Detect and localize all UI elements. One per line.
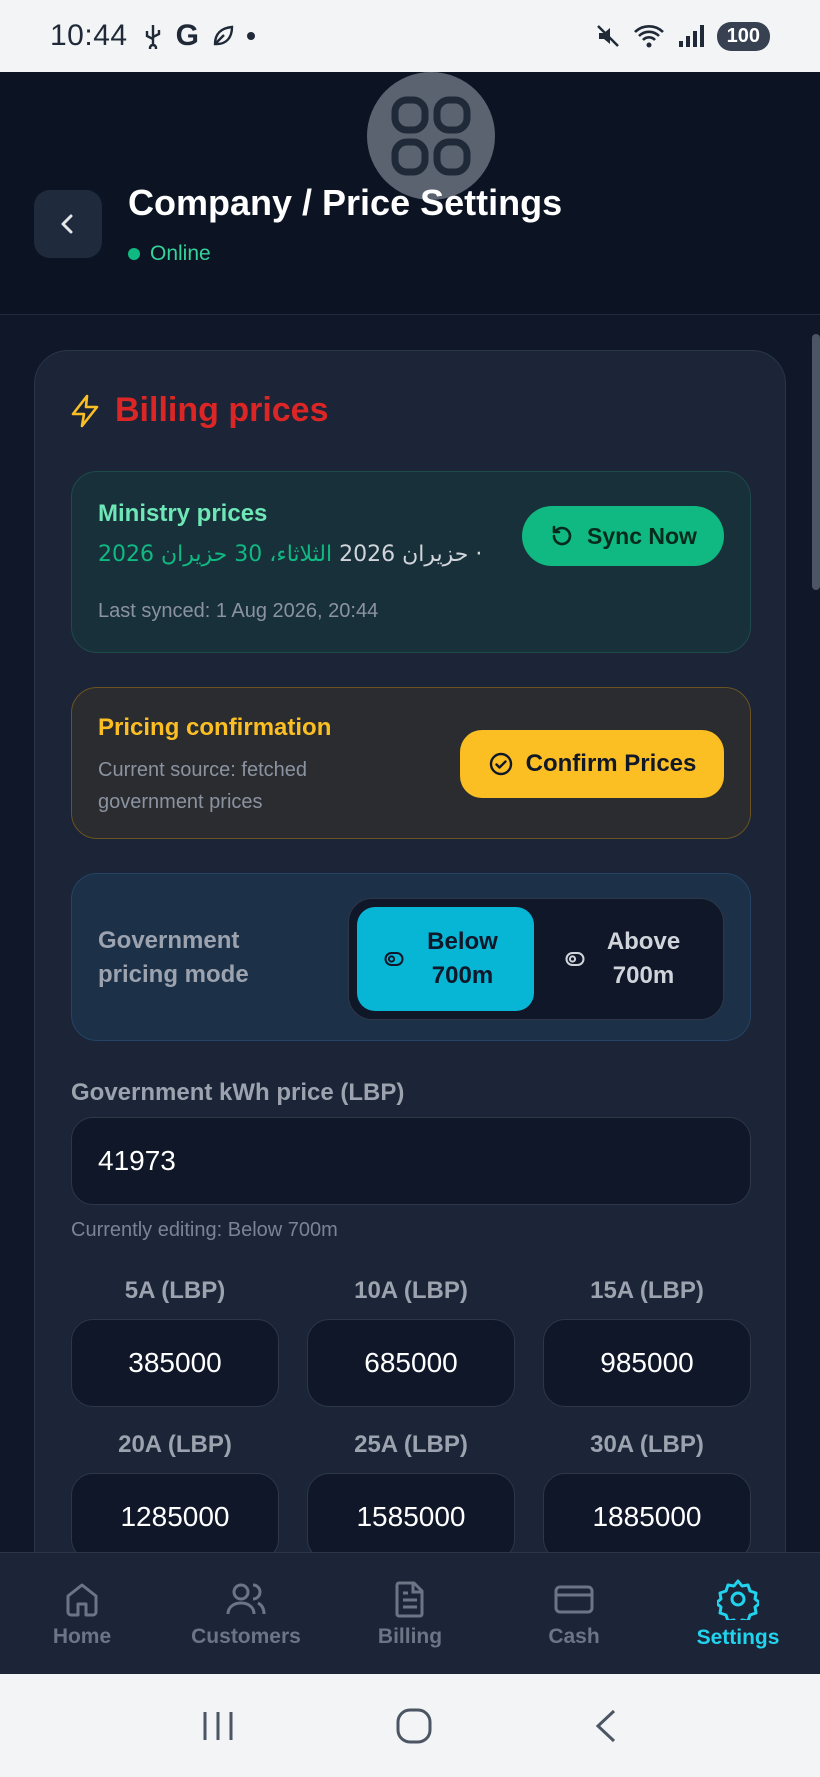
status-notification-icons: G <box>142 19 255 53</box>
confirm-prices-button[interactable]: Confirm Prices <box>460 730 724 798</box>
card-title: Billing prices <box>115 391 329 429</box>
amp-price-input[interactable] <box>543 1473 751 1552</box>
ministry-prices-panel: Ministry prices · حزيران 2026 الثلاثاء، … <box>71 471 751 653</box>
floating-apps-icon[interactable] <box>367 72 495 200</box>
amp-price-input[interactable] <box>307 1473 515 1552</box>
usb-icon <box>145 25 160 49</box>
users-icon <box>226 1583 266 1614</box>
nav-item-customers[interactable]: Customers <box>164 1579 328 1649</box>
nav-label: Cash <box>548 1624 600 1648</box>
amp-label: 10A (LBP) <box>354 1277 468 1304</box>
page-title: Company / Price Settings <box>128 182 563 223</box>
confirm-prices-label: Confirm Prices <box>525 750 697 777</box>
mode-option-label: Above 700m <box>606 928 681 989</box>
amp-price-input[interactable] <box>307 1319 515 1407</box>
leaf-icon <box>213 25 234 46</box>
kwh-price-label: Government kWh price (LBP) <box>71 1079 405 1106</box>
toggle-icon <box>384 952 403 966</box>
kwh-price-input[interactable] <box>71 1117 751 1205</box>
mode-option-below-700m[interactable]: Below 700m <box>357 907 534 1011</box>
home-button-icon[interactable] <box>395 1707 433 1745</box>
mode-option-above-700m[interactable]: Above 700m <box>538 907 715 1011</box>
mode-option-label: Below 700m <box>427 928 498 989</box>
editing-note: Currently editing: Below 700m <box>71 1219 338 1241</box>
pricing-mode-toggle: Below 700m Above 700m <box>348 898 724 1020</box>
ministry-date-dim: · حزيران 2026 <box>339 542 483 567</box>
amp-field-15a: 15A (LBP) <box>543 1277 751 1407</box>
amp-field-25a: 25A (LBP) <box>307 1431 515 1552</box>
nav-item-billing[interactable]: Billing <box>328 1579 492 1649</box>
amp-label: 30A (LBP) <box>590 1431 704 1458</box>
back-nav-icon[interactable] <box>592 1707 620 1745</box>
check-circle-icon <box>489 752 512 776</box>
amp-price-input[interactable] <box>543 1319 751 1407</box>
connection-status-label: Online <box>150 242 211 265</box>
status-bar: 10:44 G 100 <box>0 0 820 72</box>
nav-label: Settings <box>696 1625 780 1649</box>
toggle-icon <box>565 952 584 966</box>
dot-icon <box>246 32 255 40</box>
gear-icon <box>717 1579 759 1620</box>
main-content[interactable]: Billing prices Ministry prices · حزيران … <box>0 316 820 1552</box>
back-button[interactable] <box>34 190 102 258</box>
sync-now-label: Sync Now <box>587 522 697 549</box>
amp-field-5a: 5A (LBP) <box>71 1277 279 1407</box>
refresh-icon <box>552 525 572 546</box>
sync-now-button[interactable]: Sync Now <box>522 506 724 566</box>
amp-price-grid: 5A (LBP) 10A (LBP) 15A (LBP) 20A (LBP) 2… <box>71 1277 751 1552</box>
nav-item-home[interactable]: Home <box>0 1579 164 1649</box>
bottom-navigation: Home Customers Billing Cash Settings <box>0 1552 820 1674</box>
amp-price-input[interactable] <box>71 1473 279 1552</box>
card-header: Billing prices <box>69 391 329 430</box>
nav-label: Home <box>52 1624 112 1648</box>
lightning-icon <box>71 394 99 427</box>
scrollbar[interactable] <box>812 334 820 590</box>
status-time: 10:44 <box>50 19 128 52</box>
nav-label: Billing <box>377 1624 443 1648</box>
online-dot-icon <box>128 248 140 260</box>
battery-indicator: 100 <box>716 21 770 51</box>
amp-field-30a: 30A (LBP) <box>543 1431 751 1552</box>
pricing-mode-panel: Government pricing mode Below 700m Above… <box>71 873 751 1041</box>
pricing-source-text: Current source: fetched government price… <box>98 759 307 813</box>
google-icon: G <box>175 19 199 52</box>
ministry-prices-title: Ministry prices <box>98 500 268 527</box>
home-icon <box>66 1583 98 1616</box>
signal-icon <box>678 25 704 47</box>
last-synced-text: Last synced: 1 Aug 2026, 20:44 <box>98 600 379 622</box>
billing-prices-card: Billing prices Ministry prices · حزيران … <box>34 350 786 1552</box>
nav-item-settings[interactable]: Settings <box>656 1578 820 1650</box>
amp-label: 5A (LBP) <box>124 1277 226 1304</box>
chevron-left-icon <box>61 214 73 234</box>
pricing-confirmation-title: Pricing confirmation <box>98 714 332 741</box>
pricing-mode-label: Government pricing mode <box>98 927 249 988</box>
amp-price-input[interactable] <box>71 1319 279 1407</box>
recent-apps-icon[interactable] <box>200 1709 236 1743</box>
wifi-icon <box>633 25 664 48</box>
nav-label: Customers <box>191 1624 301 1648</box>
pricing-confirmation-panel: Pricing confirmation Current source: fet… <box>71 687 751 839</box>
ministry-date: · حزيران 2026 الثلاثاء، 30 حزيران 2026 <box>98 542 482 567</box>
system-navigation-bar <box>0 1674 820 1777</box>
app-header: Company / Price Settings Online <box>0 72 820 315</box>
nav-item-cash[interactable]: Cash <box>492 1579 656 1649</box>
amp-label: 15A (LBP) <box>590 1277 704 1304</box>
card-icon <box>554 1585 594 1613</box>
amp-field-20a: 20A (LBP) <box>71 1431 279 1552</box>
ministry-date-green: الثلاثاء، 30 حزيران 2026 <box>98 542 333 567</box>
amp-label: 25A (LBP) <box>354 1431 468 1458</box>
amp-field-10a: 10A (LBP) <box>307 1277 515 1407</box>
amp-label: 20A (LBP) <box>118 1431 232 1458</box>
document-icon <box>395 1581 424 1617</box>
mute-icon <box>596 25 619 47</box>
connection-status: Online <box>128 242 211 266</box>
